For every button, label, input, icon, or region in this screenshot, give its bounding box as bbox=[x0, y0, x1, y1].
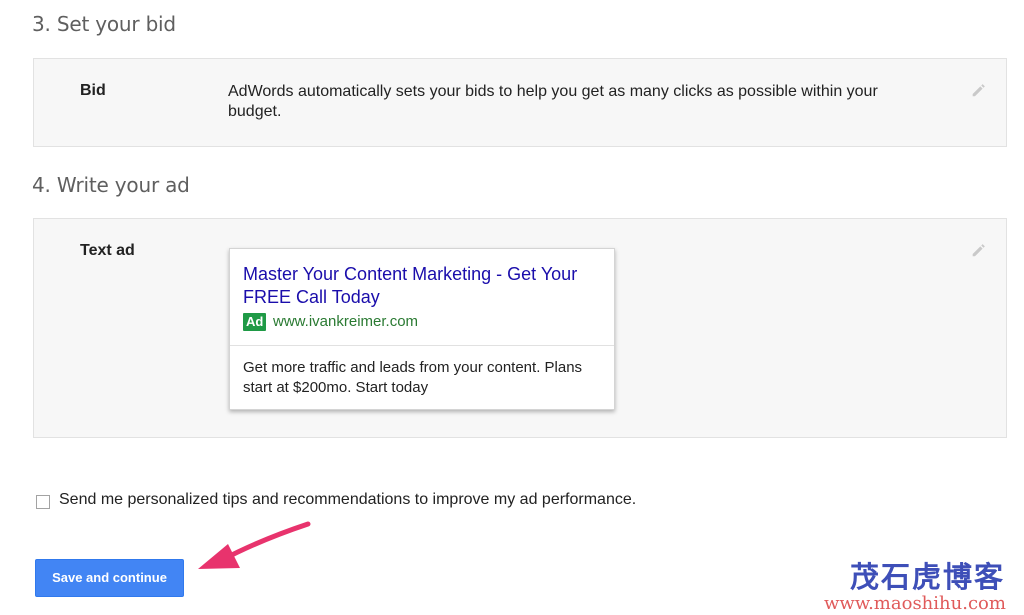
pencil-icon[interactable] bbox=[970, 241, 988, 259]
save-and-continue-button[interactable]: Save and continue bbox=[35, 559, 184, 597]
ad-description: Get more traffic and leads from your con… bbox=[243, 359, 583, 396]
section-heading-bid: 3. Set your bid bbox=[32, 12, 176, 36]
ad-preview: Master Your Content Marketing - Get Your… bbox=[229, 248, 615, 410]
tips-label[interactable]: Send me personalized tips and recommenda… bbox=[59, 491, 636, 509]
watermark-url: www.maoshihu.com bbox=[824, 593, 1006, 614]
bid-description: AdWords automatically sets your bids to … bbox=[228, 83, 878, 120]
pencil-icon[interactable] bbox=[970, 81, 988, 99]
watermark-logo: 茂石虎博客 bbox=[850, 560, 1006, 594]
ad-card: Text ad Master Your Content Marketing - … bbox=[33, 218, 1007, 438]
ad-display-url: www.ivankreimer.com bbox=[273, 313, 419, 330]
section-heading-ad: 4. Write your ad bbox=[32, 173, 190, 197]
tips-row: Send me personalized tips and recommenda… bbox=[36, 491, 636, 509]
text-ad-label: Text ad bbox=[80, 242, 135, 259]
ad-badge: Ad bbox=[243, 313, 267, 331]
arrow-annotation-icon bbox=[198, 521, 311, 569]
tips-checkbox[interactable] bbox=[36, 494, 50, 509]
ad-headline[interactable]: Master Your Content Marketing - Get Your… bbox=[243, 263, 603, 309]
ad-divider bbox=[230, 345, 614, 346]
bid-card: Bid AdWords automatically sets your bids… bbox=[33, 58, 1007, 147]
bid-label: Bid bbox=[80, 82, 106, 99]
